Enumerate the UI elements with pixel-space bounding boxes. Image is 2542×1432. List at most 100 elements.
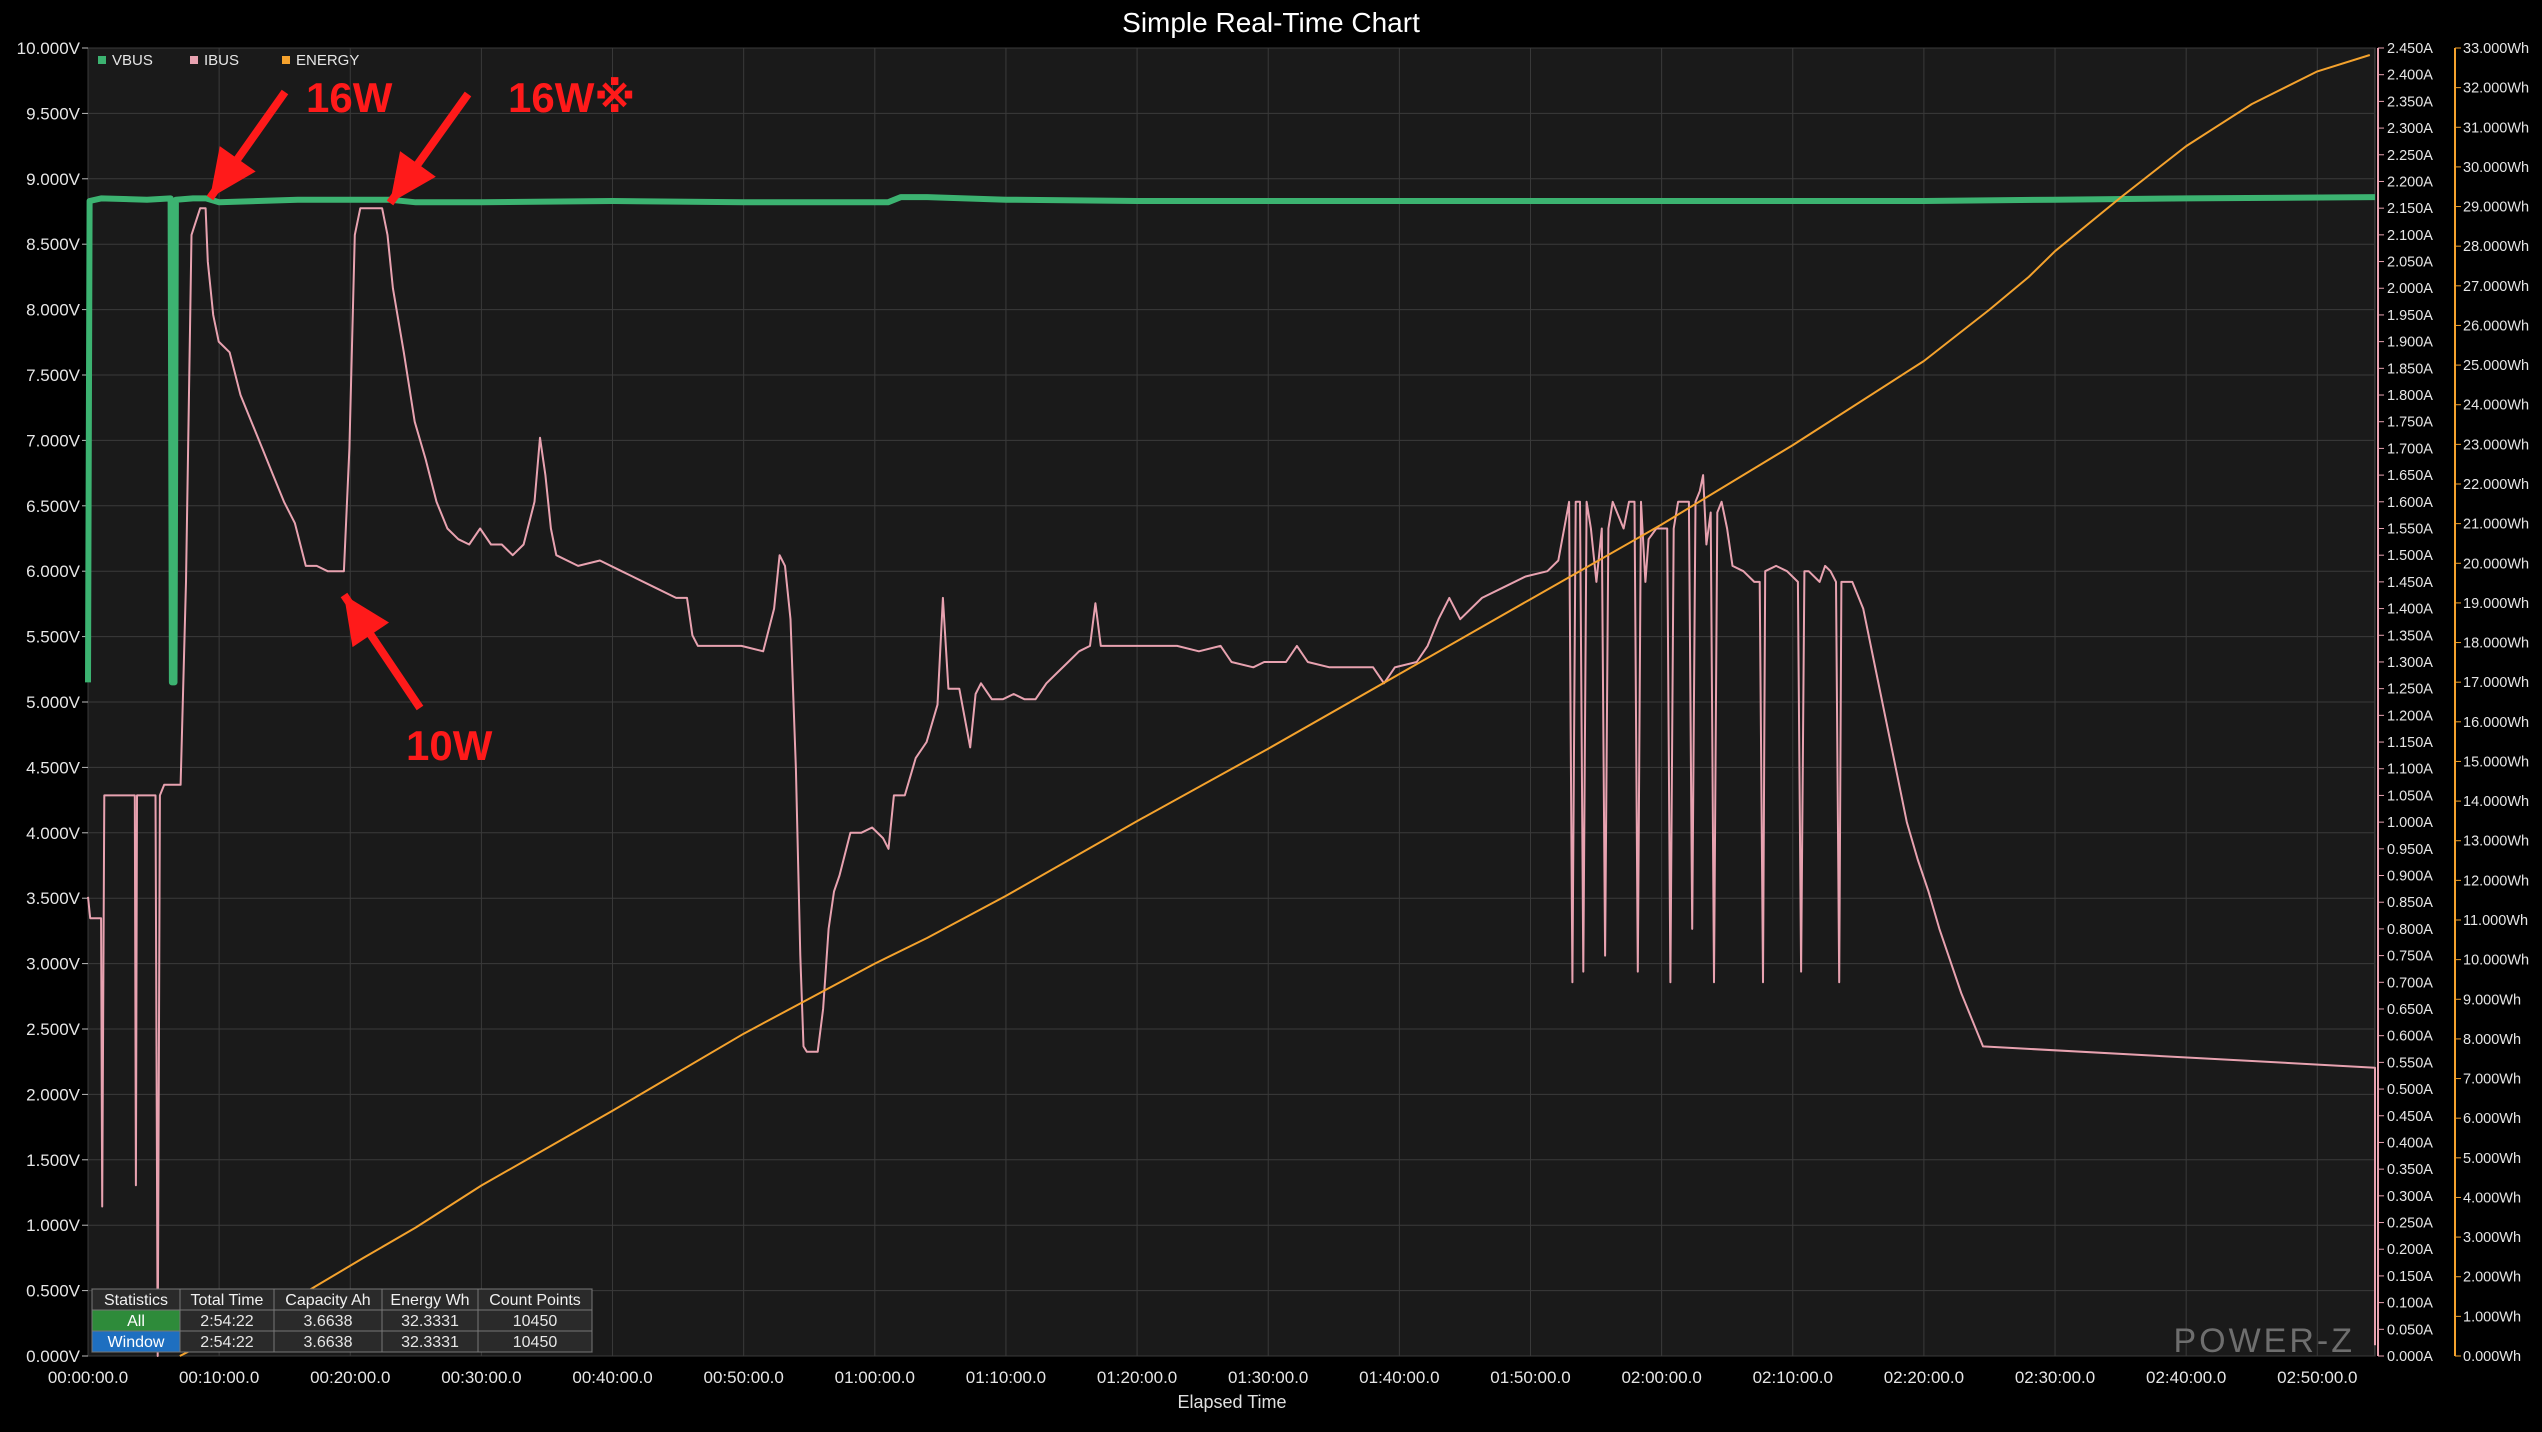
chart-svg: Simple Real-Time Chart 00:00:00.0 00:10:0…	[0, 0, 2542, 1432]
y-tick-label-left: 9.500V	[26, 104, 81, 123]
y-tick-label-current: 0.200A	[2387, 1242, 2433, 1258]
y-tick-label-current: 0.300A	[2387, 1189, 2433, 1205]
y-tick-label-left: 8.500V	[26, 235, 81, 254]
y-tick-label-left: 5.000V	[26, 693, 81, 712]
y-tick-label-current: 0.800A	[2387, 922, 2433, 938]
y-tick-label-current: 1.350A	[2387, 628, 2433, 644]
x-tick-label: 00:30:00.0	[441, 1368, 521, 1387]
y-tick-label-current: 0.900A	[2387, 869, 2433, 885]
y-tick-label-left: 3.500V	[26, 889, 81, 908]
y-tick-label-current: 2.000A	[2387, 281, 2433, 297]
x-tick-label: 00:50:00.0	[703, 1368, 783, 1387]
statistics-cell: 32.3331	[401, 1334, 459, 1351]
y-tick-label-current: 0.550A	[2387, 1055, 2433, 1071]
legend-swatch-ibus	[190, 56, 198, 64]
statistics-cell: 32.3331	[401, 1313, 459, 1330]
y-tick-label-left: 4.000V	[26, 824, 81, 843]
y-tick-label-current: 0.350A	[2387, 1162, 2433, 1178]
annotation-label: 16W	[306, 74, 393, 121]
statistics-cell: 2:54:22	[200, 1334, 253, 1351]
y-tick-label-current: 1.100A	[2387, 762, 2433, 778]
y-tick-label-energy: 29.000Wh	[2463, 200, 2529, 216]
x-tick-label: 00:10:00.0	[179, 1368, 259, 1387]
x-tick-label: 02:00:00.0	[1621, 1368, 1701, 1387]
y-tick-label-left: 1.500V	[26, 1151, 81, 1170]
y-tick-label-energy: 10.000Wh	[2463, 953, 2529, 969]
y-tick-label-energy: 16.000Wh	[2463, 715, 2529, 731]
y-tick-label-left: 7.500V	[26, 366, 81, 385]
x-tick-label: 00:20:00.0	[310, 1368, 390, 1387]
y-tick-label-current: 1.250A	[2387, 682, 2433, 698]
statistics-header: Statistics	[104, 1292, 168, 1309]
x-axis-label: Elapsed Time	[1177, 1392, 1286, 1412]
y-tick-label-energy: 28.000Wh	[2463, 239, 2529, 255]
y-tick-label-energy: 8.000Wh	[2463, 1032, 2521, 1048]
y-tick-label-energy: 2.000Wh	[2463, 1270, 2521, 1286]
y-tick-label-energy: 23.000Wh	[2463, 437, 2529, 453]
y-tick-label-current: 1.150A	[2387, 735, 2433, 751]
y-tick-label-current: 0.250A	[2387, 1216, 2433, 1232]
y-tick-label-current: 0.050A	[2387, 1322, 2433, 1338]
x-tick-label: 02:20:00.0	[1884, 1368, 1964, 1387]
y-tick-label-left: 1.000V	[26, 1216, 81, 1235]
y-tick-label-current: 1.650A	[2387, 468, 2433, 484]
y-tick-label-current: 1.500A	[2387, 548, 2433, 564]
statistics-cell: 3.6638	[304, 1313, 353, 1330]
y-tick-label-current: 0.500A	[2387, 1082, 2433, 1098]
statistics-header: Energy Wh	[390, 1292, 469, 1309]
legend-label-ibus: IBUS	[204, 52, 239, 69]
legend-label-energy: ENERGY	[296, 52, 359, 69]
y-tick-label-energy: 0.000Wh	[2463, 1349, 2521, 1365]
x-tick-label: 01:10:00.0	[966, 1368, 1046, 1387]
y-tick-label-energy: 19.000Wh	[2463, 596, 2529, 612]
y-tick-label-current: 0.700A	[2387, 975, 2433, 991]
y-tick-label-current: 1.000A	[2387, 815, 2433, 831]
y-tick-label-current: 2.050A	[2387, 255, 2433, 271]
y-tick-label-current: 0.100A	[2387, 1296, 2433, 1312]
x-tick-label: 00:40:00.0	[572, 1368, 652, 1387]
y-tick-label-energy: 25.000Wh	[2463, 358, 2529, 374]
y-tick-label-current: 1.800A	[2387, 388, 2433, 404]
x-tick-label: 01:00:00.0	[835, 1368, 915, 1387]
y-tick-label-current: 1.700A	[2387, 441, 2433, 457]
y-tick-label-energy: 30.000Wh	[2463, 160, 2529, 176]
y-tick-label-energy: 9.000Wh	[2463, 992, 2521, 1008]
plot-layer: 00:00:00.0 00:10:00.0 00:20:00.0 00:30:00.0…	[17, 39, 2529, 1387]
y-tick-label-current: 1.300A	[2387, 655, 2433, 671]
x-tick-label: 02:50:00.0	[2277, 1368, 2357, 1387]
y-tick-label-energy: 13.000Wh	[2463, 834, 2529, 850]
y-tick-label-energy: 18.000Wh	[2463, 636, 2529, 652]
y-tick-label-left: 2.500V	[26, 1020, 81, 1039]
y-tick-label-current: 2.350A	[2387, 94, 2433, 110]
x-tick-label: 01:30:00.0	[1228, 1368, 1308, 1387]
y-tick-label-current: 1.200A	[2387, 708, 2433, 724]
statistics-header: Capacity Ah	[285, 1292, 370, 1309]
y-tick-label-left: 4.500V	[26, 758, 81, 777]
y-tick-label-current: 0.150A	[2387, 1269, 2433, 1285]
y-tick-label-current: 0.400A	[2387, 1135, 2433, 1151]
statistics-row-label: All	[127, 1313, 145, 1330]
y-tick-label-energy: 20.000Wh	[2463, 556, 2529, 572]
y-tick-label-current: 2.200A	[2387, 174, 2433, 190]
statistics-cell: 2:54:22	[200, 1313, 253, 1330]
y-tick-label-current: 1.050A	[2387, 788, 2433, 804]
y-tick-label-current: 0.000A	[2387, 1349, 2433, 1365]
y-tick-label-left: 5.500V	[26, 628, 81, 647]
y-tick-label-left: 2.000V	[26, 1085, 81, 1104]
x-tick-label: 01:20:00.0	[1097, 1368, 1177, 1387]
y-tick-label-current: 1.850A	[2387, 361, 2433, 377]
statistics-header: Total Time	[191, 1292, 264, 1309]
y-tick-label-energy: 31.000Wh	[2463, 120, 2529, 136]
statistics-cell: 10450	[513, 1334, 558, 1351]
y-tick-label-left: 9.000V	[26, 170, 81, 189]
x-tick-label: 01:50:00.0	[1490, 1368, 1570, 1387]
y-tick-label-energy: 33.000Wh	[2463, 41, 2529, 57]
chart-window: Simple Real-Time Chart 00:00:00.0 00:10:0…	[0, 0, 2542, 1432]
y-tick-label-current: 1.750A	[2387, 415, 2433, 431]
y-tick-label-energy: 32.000Wh	[2463, 81, 2529, 97]
y-tick-label-current: 2.450A	[2387, 41, 2433, 57]
y-tick-label-current: 0.750A	[2387, 949, 2433, 965]
y-tick-label-current: 2.300A	[2387, 121, 2433, 137]
legend-swatch-energy	[282, 56, 290, 64]
y-tick-label-energy: 1.000Wh	[2463, 1309, 2521, 1325]
